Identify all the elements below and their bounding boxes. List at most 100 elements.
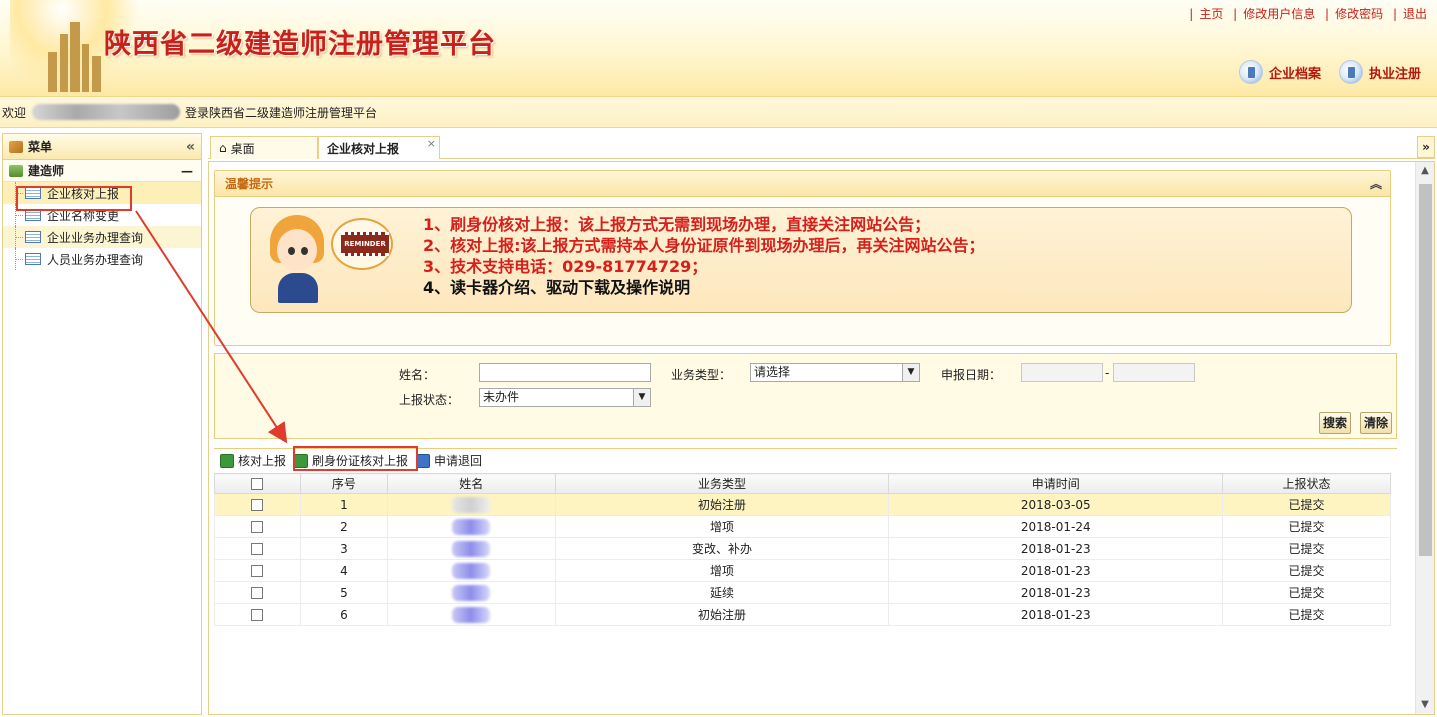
change-password-link[interactable]: 修改密码: [1335, 7, 1383, 21]
business-type: 初始注册: [554, 493, 890, 516]
blurred-name: [386, 537, 556, 560]
business-type: 增项: [554, 515, 890, 538]
scroll-down-icon[interactable]: ▼: [1416, 696, 1434, 714]
table-row[interactable]: 4 增项 2018-01-23 已提交: [214, 559, 1391, 582]
notice-line: 3、技术支持电话：029-81774729；: [423, 257, 708, 276]
edit-user-info-link[interactable]: 修改用户信息: [1243, 7, 1315, 21]
status-label: 上报状态：: [399, 393, 460, 407]
name-input[interactable]: [479, 363, 651, 382]
double-chevron-down-icon[interactable]: »: [1417, 136, 1435, 158]
table-header-row: 序号 姓名 业务类型 申请时间 上报状态: [214, 473, 1391, 494]
site-title: 陕西省二级建造师注册管理平台: [104, 29, 496, 60]
list-icon: [25, 253, 41, 265]
sidebar: 菜单 « 建造师 — 企业核对上报 企业名称变更 企业业务办理查询 人员业务办理…: [2, 133, 202, 715]
page-header: 陕西省二级建造师注册管理平台 | 主页 | 修改用户信息 | 修改密码 | 退出 企业档…: [0, 0, 1437, 96]
notice-title: 温馨提示: [225, 177, 274, 191]
notice-lines: 1、刷身份核对上报：该上报方式无需到现场办理，直接关注网站公告； 2、核对上报:…: [423, 214, 985, 298]
date-separator: -: [1105, 366, 1110, 380]
collapse-group-icon[interactable]: —: [181, 164, 193, 178]
business-type: 初始注册: [554, 603, 890, 626]
sidebar-item-personnel-business-query[interactable]: 人员业务办理查询: [3, 248, 201, 270]
vertical-scrollbar[interactable]: ▲ ▼: [1415, 162, 1434, 714]
notice-header: 温馨提示 ︽: [215, 171, 1390, 197]
scroll-thumb[interactable]: [1419, 184, 1432, 556]
date-to-input[interactable]: [1113, 363, 1195, 382]
chevron-down-icon: ▼: [902, 364, 919, 381]
check-report-button[interactable]: 核对上报: [220, 449, 286, 473]
row-checkbox[interactable]: [214, 559, 301, 582]
report-status: 已提交: [1222, 515, 1391, 538]
table-row[interactable]: 1 初始注册 2018-03-05 已提交: [214, 493, 1391, 516]
main-content: 温馨提示 ︽ REMINDER 1、刷身份核对上报：该上报方式无需到现场办理，直…: [208, 161, 1435, 715]
blurred-username: [32, 104, 181, 120]
report-status: 已提交: [1222, 581, 1391, 604]
blurred-name: [386, 559, 556, 582]
table-row[interactable]: 3 变改、补办 2018-01-23 已提交: [214, 537, 1391, 560]
row-checkbox[interactable]: [214, 493, 301, 516]
column-header[interactable]: 申请时间: [888, 473, 1224, 494]
search-button[interactable]: 搜索: [1319, 412, 1351, 434]
list-icon: [25, 231, 41, 243]
row-checkbox[interactable]: [214, 581, 301, 604]
row-checkbox[interactable]: [214, 603, 301, 626]
building-icon: [1238, 60, 1263, 84]
quick-links: 企业档案 执业注册: [1238, 60, 1421, 84]
clear-button[interactable]: 清除: [1360, 412, 1392, 434]
column-header[interactable]: 上报状态: [1222, 473, 1391, 494]
sidebar-group-title: 建造师: [28, 164, 65, 178]
column-header[interactable]: 姓名: [386, 473, 556, 494]
table-row[interactable]: 2 增项 2018-01-24 已提交: [214, 515, 1391, 538]
apply-date: 2018-03-05: [888, 493, 1224, 516]
biz-type-select[interactable]: 请选择 ▼: [750, 363, 920, 382]
sidebar-header: 菜单 «: [3, 134, 201, 160]
reminder-box: REMINDER 1、刷身份核对上报：该上报方式无需到现场办理，直接关注网站公告…: [250, 207, 1352, 313]
logout-link[interactable]: 退出: [1403, 7, 1427, 21]
home-icon: ⌂: [219, 141, 227, 155]
sidebar-group-builder[interactable]: 建造师 —: [3, 160, 201, 182]
chevron-down-icon: ▼: [633, 389, 650, 406]
close-icon[interactable]: ×: [427, 137, 436, 150]
row-checkbox[interactable]: [214, 537, 301, 560]
blurred-name: [386, 581, 556, 604]
operator-avatar: [266, 215, 328, 303]
sidebar-title: 菜单: [28, 140, 53, 154]
home-link[interactable]: 主页: [1199, 7, 1223, 21]
double-chevron-left-icon[interactable]: «: [186, 139, 195, 155]
row-number: 3: [299, 537, 388, 560]
scroll-up-icon[interactable]: ▲: [1416, 162, 1434, 180]
row-checkbox[interactable]: [214, 515, 301, 538]
row-number: 6: [299, 603, 388, 626]
column-header[interactable]: 序号: [299, 473, 388, 494]
report-status: 已提交: [1222, 493, 1391, 516]
practice-registration-link[interactable]: 执业注册: [1338, 60, 1421, 84]
table-row[interactable]: 6 初始注册 2018-01-23 已提交: [214, 603, 1391, 626]
column-header[interactable]: 业务类型: [554, 473, 890, 494]
business-type: 延续: [554, 581, 890, 604]
double-chevron-up-icon[interactable]: ︽: [1370, 175, 1382, 192]
notice-line-link[interactable]: 4、读卡器介绍、驱动下载及操作说明: [423, 277, 985, 298]
sidebar-item-company-business-query[interactable]: 企业业务办理查询: [3, 226, 201, 248]
top-links: | 主页 | 修改用户信息 | 修改密码 | 退出: [1189, 7, 1427, 21]
edit-icon: [416, 453, 431, 468]
table-row[interactable]: 5 延续 2018-01-23 已提交: [214, 581, 1391, 604]
apply-date: 2018-01-23: [888, 559, 1224, 582]
tab-desktop[interactable]: ⌂ 桌面: [210, 136, 318, 159]
row-number: 5: [299, 581, 388, 604]
notice-line: 1、刷身份核对上报：该上报方式无需到现场办理，直接关注网站公告；: [423, 215, 931, 234]
apply-return-button[interactable]: 申请退回: [416, 449, 482, 473]
company-profile-link[interactable]: 企业档案: [1238, 60, 1321, 84]
blurred-name: [386, 515, 556, 538]
business-type: 变改、补办: [554, 537, 890, 560]
blurred-name: [386, 493, 556, 516]
status-select[interactable]: 未办件 ▼: [479, 388, 651, 407]
highlight-box-toolbar-button: [293, 446, 418, 471]
tab-company-check-report[interactable]: 企业核对上报 ×: [318, 136, 440, 159]
date-from-input[interactable]: [1021, 363, 1103, 382]
blurred-name: [386, 603, 556, 626]
welcome-prefix: 欢迎: [2, 105, 27, 120]
tab-strip: ⌂ 桌面 企业核对上报 × »: [208, 133, 1435, 159]
apply-date: 2018-01-24: [888, 515, 1224, 538]
data-table: 序号 姓名 业务类型 申请时间 上报状态 1 初始注册 2018-03-05 已…: [214, 473, 1391, 626]
row-number: 4: [299, 559, 388, 582]
select-all-checkbox[interactable]: [214, 473, 301, 494]
